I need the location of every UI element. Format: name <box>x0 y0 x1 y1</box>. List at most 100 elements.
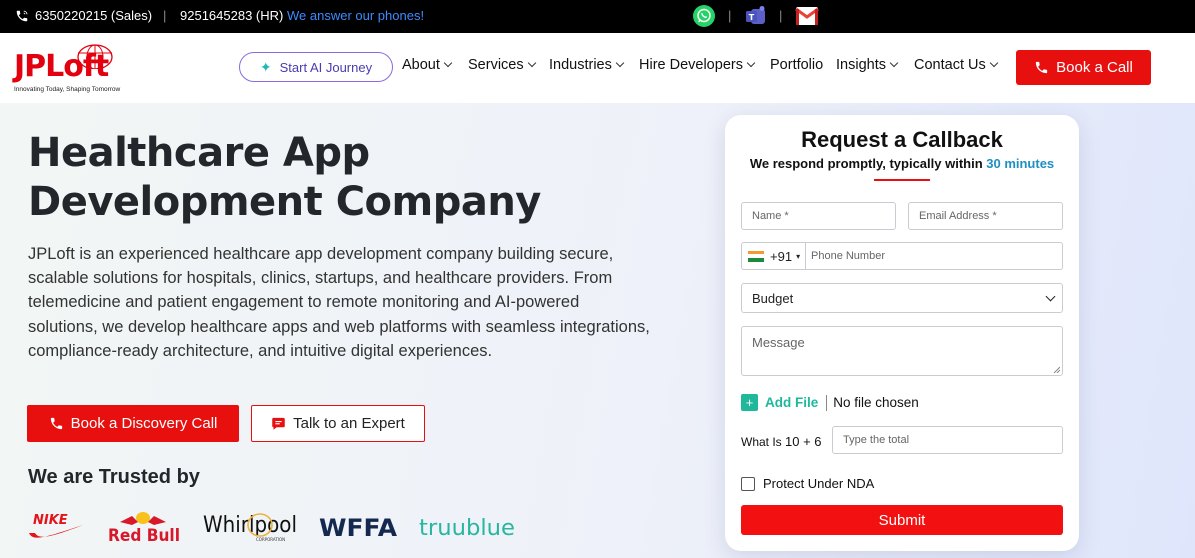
chevron-down-icon <box>615 58 625 68</box>
nda-checkbox[interactable] <box>741 476 755 491</box>
hr-phone-link[interactable]: 9251645283 (HR) <box>180 8 283 23</box>
book-a-call-label: Book a Call <box>1056 59 1133 76</box>
email-input[interactable]: Email Address * <box>908 202 1063 230</box>
logo-jp: JP <box>14 49 46 84</box>
add-file-icon: + <box>741 394 758 411</box>
nav-item-label: About <box>402 57 440 73</box>
message-textarea[interactable]: Message <box>741 326 1063 376</box>
email-placeholder: Email Address * <box>919 210 997 222</box>
captcha-question: What Is 10 + 6 <box>741 434 822 449</box>
nike-wordmark: NIKE <box>33 513 68 528</box>
chevron-down-icon <box>1045 291 1056 301</box>
topbar-separator: | <box>163 8 167 23</box>
book-discovery-call-button[interactable]: Book a Discovery Call <box>27 405 239 442</box>
captcha-expression: 10 + 6 <box>785 434 822 449</box>
submit-button[interactable]: Submit <box>741 505 1063 535</box>
india-flag-icon <box>748 250 764 262</box>
gmail-icon[interactable] <box>795 4 819 28</box>
phone-input[interactable]: Phone Number <box>805 242 1063 270</box>
captcha-input[interactable]: Type the total <box>832 426 1063 454</box>
chevron-down-icon <box>527 58 536 68</box>
phone-icon <box>16 10 28 21</box>
nav-item-label: Hire Developers <box>639 57 743 73</box>
resize-handle-icon[interactable] <box>1053 366 1060 373</box>
budget-selected-value: Budget <box>752 290 794 306</box>
country-code-select[interactable]: +91 ▾ <box>741 242 806 270</box>
form-subtitle: We respond promptly, typically within 30… <box>725 156 1079 171</box>
captcha-label: What Is <box>741 435 786 449</box>
truublue-wordmark: truublue <box>419 516 515 541</box>
form-subtitle-highlight: 30 minutes <box>986 156 1055 171</box>
form-title: Request a Callback <box>801 127 1003 152</box>
page-title-line-1: Healthcare App <box>28 130 370 176</box>
trusted-by-heading: We are Trusted by <box>28 466 200 488</box>
social-separator-2: | <box>779 8 783 23</box>
chat-icon <box>272 417 285 430</box>
nav-item-label: Industries <box>549 57 612 73</box>
hero-description: JPLoft is an experienced healthcare app … <box>28 245 650 360</box>
svg-text:T: T <box>749 13 755 22</box>
file-divider <box>826 394 828 411</box>
captcha-placeholder: Type the total <box>843 434 910 446</box>
teams-icon[interactable]: T <box>744 4 768 28</box>
whirlpool-logo: Whirlpool CORPORATION <box>202 508 300 544</box>
jploft-logo[interactable]: JPLoft Innovating Today, Shaping Tomorro… <box>14 41 134 96</box>
name-input[interactable]: Name * <box>741 202 896 230</box>
book-discovery-call-label: Book a Discovery Call <box>70 415 218 432</box>
title-underline <box>874 179 930 181</box>
nda-label: Protect Under NDA <box>763 476 875 491</box>
add-file-label: Add File <box>765 395 819 410</box>
caret-down-icon: ▾ <box>796 251 801 261</box>
page-title-line-2: Development Company <box>28 179 541 225</box>
logo-wordmark: JPLoft <box>14 49 109 84</box>
chevron-down-icon <box>746 58 756 68</box>
no-file-text: No file chosen <box>833 395 919 410</box>
nda-checkbox-row[interactable]: Protect Under NDA <box>741 476 874 491</box>
nav-item-label: Portfolio <box>770 57 824 73</box>
social-separator: | <box>728 8 732 23</box>
chevron-down-icon <box>989 58 998 68</box>
name-placeholder: Name * <box>752 210 789 222</box>
phone-icon <box>1036 61 1048 74</box>
redbull-logo: Red Bull <box>106 508 181 544</box>
file-upload[interactable]: + Add File No file chosen <box>741 394 919 411</box>
redbull-wordmark: Red Bull <box>108 526 180 544</box>
nav-item-label: Contact Us <box>914 57 986 73</box>
whirlpool-wordmark: Whirlpool <box>203 513 297 538</box>
logo-tagline: Innovating Today, Shaping Tomorrow <box>14 86 121 93</box>
top-bar: 6350220215 (Sales) | 9251645283 (HR) We … <box>0 0 1195 33</box>
whatsapp-icon[interactable] <box>692 4 716 28</box>
sparkle-icon: ✦ <box>259 58 272 75</box>
start-ai-journey-label: Start AI Journey <box>279 59 373 75</box>
country-code-value: +91 <box>770 248 793 264</box>
truublue-logo: truublue <box>419 508 517 544</box>
message-placeholder: Message <box>752 335 805 350</box>
wffa-logo: WFFA <box>319 508 399 544</box>
nav-item-insights[interactable]: Insights <box>836 57 899 73</box>
phone-icon <box>50 417 62 430</box>
nav-item-label: Insights <box>836 57 886 73</box>
phone-placeholder: Phone Number <box>811 250 885 262</box>
chevron-down-icon <box>889 58 899 68</box>
talk-to-expert-button[interactable]: Talk to an Expert <box>251 405 425 442</box>
whirlpool-corp-text: CORPORATION <box>256 537 285 542</box>
sales-phone-link[interactable]: 6350220215 (Sales) <box>15 8 152 23</box>
chevron-down-icon <box>443 58 453 68</box>
logo-loft: Loft <box>45 49 109 84</box>
nav-item-industries[interactable]: Industries <box>549 57 625 73</box>
submit-label: Submit <box>878 511 926 529</box>
book-a-call-button[interactable]: Book a Call <box>1016 50 1151 85</box>
nav-item-services[interactable]: Services <box>468 57 536 73</box>
main-nav: JPLoft Innovating Today, Shaping Tomorro… <box>0 33 1195 103</box>
wffa-wordmark: WFFA <box>319 514 397 541</box>
nav-item-hire-developers[interactable]: Hire Developers <box>639 57 756 73</box>
nike-logo: NIKE <box>27 508 85 544</box>
budget-select[interactable]: Budget <box>741 283 1063 313</box>
nav-item-about[interactable]: About <box>402 57 453 73</box>
nav-item-contact-us[interactable]: Contact Us <box>914 57 998 73</box>
talk-to-expert-label: Talk to an Expert <box>293 415 405 432</box>
page-title: Healthcare App Development Company <box>28 129 541 227</box>
nav-item-label: Services <box>468 57 524 73</box>
start-ai-journey-button[interactable]: ✦ Start AI Journey <box>239 52 393 82</box>
nav-item-portfolio[interactable]: Portfolio <box>770 57 823 73</box>
